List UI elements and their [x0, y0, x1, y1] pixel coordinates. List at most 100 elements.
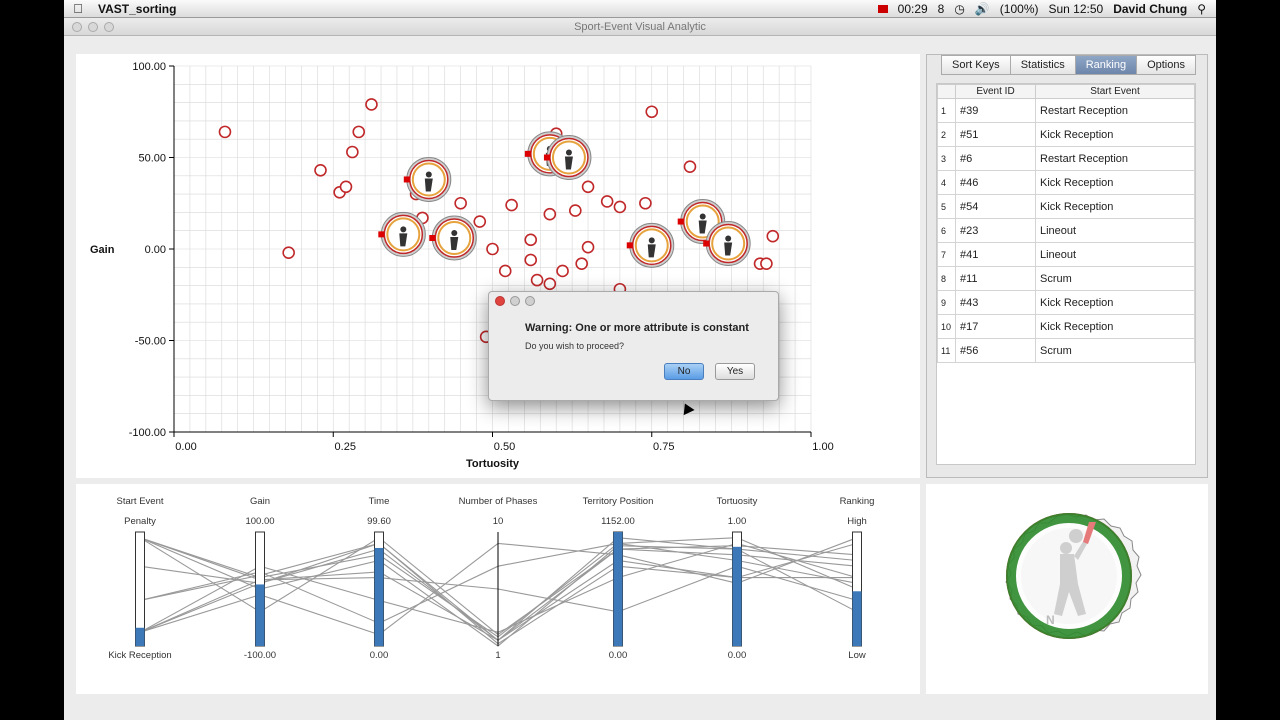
rank-cell: 3 — [937, 146, 956, 171]
data-point[interactable] — [543, 207, 557, 221]
table-row[interactable]: 11 #56 Scrum — [937, 338, 1195, 363]
axis-top-label: 10 — [493, 516, 504, 527]
rank-cell: 5 — [937, 194, 956, 219]
table-row[interactable]: 4 #46 Kick Reception — [937, 170, 1195, 195]
scatter-plot[interactable]: 0.00 0.25 0.50 0.75 1.00 100.00 50.00 0.00 -50.0… — [76, 54, 920, 478]
axis-title[interactable]: Territory Position — [583, 496, 654, 507]
no-button[interactable]: No — [664, 363, 704, 380]
table-row[interactable]: 8 #11 Scrum — [937, 266, 1195, 291]
data-point[interactable] — [639, 196, 652, 210]
event-glyph-marker[interactable] — [429, 215, 477, 261]
dialog-zoom-button[interactable] — [525, 296, 535, 306]
table-row[interactable]: 2 #51 Kick Reception — [937, 122, 1195, 147]
apple-menu-icon[interactable]:  — [64, 1, 92, 16]
data-point[interactable] — [569, 204, 582, 217]
axis-title[interactable]: Number of Phases — [459, 496, 538, 507]
data-point[interactable] — [613, 200, 627, 214]
axis-title[interactable]: Gain — [250, 496, 270, 507]
datetime[interactable]: Sun 12:50 — [1048, 2, 1103, 16]
x-tick-label: 1.00 — [812, 441, 833, 453]
data-point[interactable] — [524, 253, 538, 267]
ranking-table-container[interactable]: Event ID Start Event 1 #39 Restart Recepti… — [936, 83, 1196, 465]
column-header-start-event[interactable]: Start Event — [1035, 84, 1195, 99]
table-row[interactable]: 7 #41 Lineout — [937, 242, 1195, 267]
data-point[interactable] — [339, 180, 353, 194]
event-detail-panel: N — [926, 484, 1208, 694]
axis-top-label: 99.60 — [367, 516, 391, 527]
parallel-coordinates-panel[interactable]: Start Event Penalty Kick Reception Gain 100.… — [76, 484, 920, 694]
event-glyph: N — [1005, 513, 1142, 639]
data-point[interactable] — [645, 105, 659, 119]
data-point[interactable] — [498, 264, 512, 278]
tab-ranking[interactable]: Ranking — [1075, 55, 1138, 75]
table-row[interactable]: 10 #17 Kick Reception — [937, 314, 1195, 339]
scatter-plot-panel[interactable]: 0.00 0.25 0.50 0.75 1.00 100.00 50.00 0.00 -50.0… — [76, 54, 920, 478]
recording-icon[interactable] — [877, 4, 888, 13]
event-glyph-marker[interactable] — [378, 211, 426, 257]
data-point[interactable] — [581, 240, 595, 254]
axis-title[interactable]: Ranking — [840, 496, 875, 507]
table-row[interactable]: 1 #39 Restart Reception — [937, 98, 1195, 123]
axis-title[interactable]: Tortuosity — [717, 496, 758, 507]
tab-sort-keys[interactable]: Sort Keys — [941, 55, 1011, 75]
data-point[interactable] — [600, 195, 614, 208]
data-point[interactable] — [524, 233, 538, 247]
data-point[interactable] — [346, 145, 359, 159]
axis-title[interactable]: Start Event — [117, 496, 164, 507]
volume-icon[interactable]: 🔊 — [975, 2, 990, 16]
data-point[interactable] — [218, 125, 232, 139]
dialog-minimize-button[interactable] — [510, 296, 520, 306]
close-window-button[interactable] — [72, 22, 82, 32]
data-point[interactable] — [530, 273, 544, 287]
column-header-event-id[interactable]: Event ID — [955, 84, 1036, 99]
tab-options[interactable]: Options — [1137, 55, 1196, 75]
glyph-direction-marker — [378, 231, 385, 238]
tab-statistics[interactable]: Statistics — [1010, 55, 1076, 75]
x-axis-label: Tortuosity — [466, 458, 520, 470]
data-point[interactable] — [556, 264, 569, 278]
axis-title[interactable]: Time — [369, 496, 390, 507]
parallel-coordinates[interactable]: Start EventPenaltyKick ReceptionGain100.… — [76, 484, 920, 694]
zoom-window-button[interactable] — [104, 22, 114, 32]
data-point[interactable] — [473, 215, 487, 228]
wifi-icon[interactable]: ◷ — [954, 2, 964, 16]
data-point[interactable] — [683, 160, 697, 173]
notification-count[interactable]: 8 — [938, 2, 945, 16]
data-point[interactable] — [766, 229, 780, 243]
data-point[interactable] — [486, 242, 499, 256]
x-tick-label: 0.75 — [653, 441, 674, 453]
minimize-window-button[interactable] — [88, 22, 98, 32]
event-glyph-marker[interactable] — [626, 222, 675, 268]
data-point[interactable] — [760, 257, 773, 270]
data-point[interactable] — [282, 246, 295, 259]
event-id-cell: #41 — [955, 242, 1036, 267]
app-name-menu[interactable]: VAST_sorting — [98, 2, 176, 16]
table-row[interactable]: 3 #6 Restart Reception — [937, 146, 1195, 171]
axis-bar-fill — [852, 591, 862, 646]
column-header-rank[interactable] — [937, 84, 956, 99]
axis-top-label: 1.00 — [728, 516, 747, 527]
data-point[interactable] — [365, 98, 378, 111]
data-point[interactable] — [543, 277, 557, 291]
data-point[interactable] — [352, 125, 366, 139]
spotlight-search-icon[interactable]: ⚲ — [1197, 2, 1206, 16]
data-point[interactable] — [581, 180, 595, 194]
table-row[interactable]: 9 #43 Kick Reception — [937, 290, 1195, 315]
data-point[interactable] — [575, 257, 588, 270]
ranking-table: Event ID Start Event 1 #39 Restart Recepti… — [937, 84, 1195, 363]
table-row[interactable]: 6 #23 Lineout — [937, 218, 1195, 243]
event-id-cell: #39 — [955, 98, 1036, 123]
data-point[interactable] — [505, 198, 518, 212]
table-row[interactable]: 5 #54 Kick Reception — [937, 194, 1195, 219]
event-id-cell: #6 — [955, 146, 1036, 171]
axis-bottom-label: Kick Reception — [108, 650, 171, 661]
data-point[interactable] — [454, 196, 467, 210]
data-point[interactable] — [314, 164, 327, 177]
battery-status[interactable]: (100%) — [1000, 2, 1039, 16]
side-pane: Sort Keys Statistics Ranking Options Eve… — [926, 54, 1208, 478]
dialog-close-button[interactable] — [495, 296, 505, 306]
warning-dialog[interactable]: Warning: One or more attribute is consta… — [488, 291, 779, 401]
window-title: Sport-Event Visual Analytic — [574, 21, 706, 33]
user-menu[interactable]: David Chung — [1113, 2, 1187, 16]
yes-button[interactable]: Yes — [715, 363, 755, 380]
